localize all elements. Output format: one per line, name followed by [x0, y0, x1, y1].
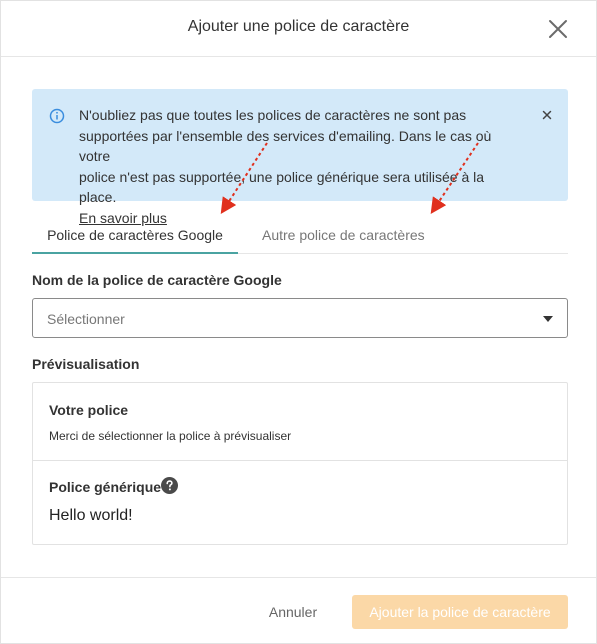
add-font-button[interactable]: Ajouter la police de caractère: [352, 595, 568, 629]
font-name-label: Nom de la police de caractère Google: [32, 272, 282, 288]
tab-other-fonts[interactable]: Autre police de caractères: [262, 217, 425, 254]
info-line: police n'est pas supportée, une police g…: [79, 168, 485, 206]
your-font-message: Merci de sélectionner la police à prévis…: [49, 429, 292, 443]
preview-divider: [33, 460, 567, 461]
tab-google-fonts[interactable]: Police de caractères Google: [32, 217, 238, 254]
add-font-dialog: Ajouter une police de caractère N'oublie…: [0, 0, 597, 644]
font-source-tabs: Police de caractères Google Autre police…: [32, 217, 568, 254]
dialog-title: Ajouter une police de caractère: [187, 18, 410, 35]
generic-font-sample: Hello world!: [49, 507, 133, 524]
preview-panel: Votre police Merci de sélectionner la po…: [32, 382, 568, 545]
cancel-button[interactable]: Annuler: [253, 595, 333, 629]
close-button[interactable]: [546, 17, 570, 41]
your-font-title: Votre police: [49, 402, 129, 418]
font-select-value: Sélectionner: [47, 311, 125, 327]
info-line: N'oubliez pas que toutes les polices de …: [79, 107, 467, 123]
info-message: N'oubliez pas que toutes les polices de …: [79, 105, 519, 228]
help-icon[interactable]: [161, 477, 178, 494]
preview-heading: Prévisualisation: [32, 356, 140, 372]
footer-divider: [1, 577, 596, 578]
info-banner: N'oubliez pas que toutes les polices de …: [32, 89, 568, 226]
close-icon: [549, 20, 567, 38]
generic-font-title: Police générique: [49, 479, 162, 495]
close-icon: [542, 110, 552, 120]
info-icon: [49, 108, 65, 124]
dialog-header: Ajouter une police de caractère: [1, 1, 596, 57]
info-line: supportées par l'ensemble des services d…: [79, 127, 492, 165]
font-select[interactable]: Sélectionner: [32, 298, 568, 338]
caret-down-icon: [543, 316, 553, 322]
info-close-button[interactable]: [541, 108, 553, 120]
